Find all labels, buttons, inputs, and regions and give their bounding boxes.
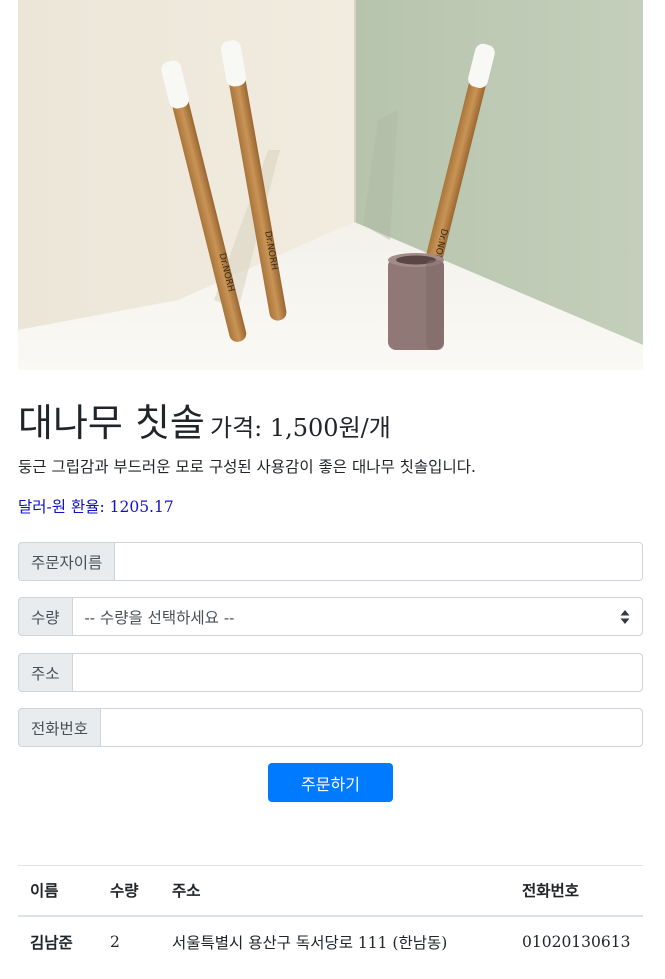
address-input-group: 주소 — [18, 653, 643, 692]
header-name: 이름 — [30, 881, 59, 901]
address-field-box — [71, 653, 643, 692]
quantity-input-group: 수량 -- 수량을 선택하세요 -- — [18, 597, 643, 636]
header-quantity: 수량 — [110, 881, 139, 901]
name-field-box — [114, 542, 643, 581]
table-row: 김남준 2 서울특별시 용산구 독서당로 111 (한남동) 010201306… — [18, 916, 643, 968]
phone-input-group: 전화번호 — [18, 708, 643, 747]
name-label: 주문자이름 — [18, 542, 115, 581]
phone-field-box — [100, 708, 643, 747]
cell-quantity: 2 — [110, 933, 120, 951]
product-description: 둥근 그립감과 부드러운 모로 구성된 사용감이 좋은 대나무 칫솔입니다. — [18, 458, 476, 476]
quantity-label: 수량 — [18, 597, 72, 636]
cell-phone: 01020130613 — [522, 933, 631, 951]
name-input-group: 주문자이름 — [18, 542, 643, 581]
quantity-select-value: -- 수량을 선택하세요 -- — [84, 608, 235, 627]
address-label: 주소 — [18, 653, 72, 692]
address-input[interactable] — [84, 653, 630, 692]
header-address: 주소 — [172, 881, 201, 901]
product-image: Dr.NORH Dr.NORH Dr.NORH — [18, 0, 643, 370]
name-input[interactable] — [127, 542, 630, 581]
cell-address: 서울특별시 용산구 독서당로 111 (한남동) — [172, 934, 448, 952]
product-title: 대나무 칫솔 — [18, 401, 205, 445]
product-heading: 대나무 칫솔 가격: 1,500원/개 — [18, 392, 643, 447]
product-price: 가격: 1,500원/개 — [209, 414, 391, 442]
table-header-row: 이름 수량 주소 전화번호 — [18, 865, 643, 916]
quantity-select[interactable]: -- 수량을 선택하세요 -- — [71, 597, 643, 636]
phone-input[interactable] — [113, 708, 630, 747]
cell-name: 김남준 — [30, 933, 73, 952]
orders-table: 이름 수량 주소 전화번호 김남준 2 서울특별시 용산구 독서당로 111 (… — [18, 865, 643, 968]
phone-label: 전화번호 — [18, 708, 101, 747]
order-button[interactable]: 주문하기 — [268, 763, 393, 802]
select-arrows-icon — [620, 610, 630, 624]
header-phone: 전화번호 — [522, 881, 580, 901]
exchange-rate: 달러-원 환율: 1205.17 — [18, 498, 174, 516]
